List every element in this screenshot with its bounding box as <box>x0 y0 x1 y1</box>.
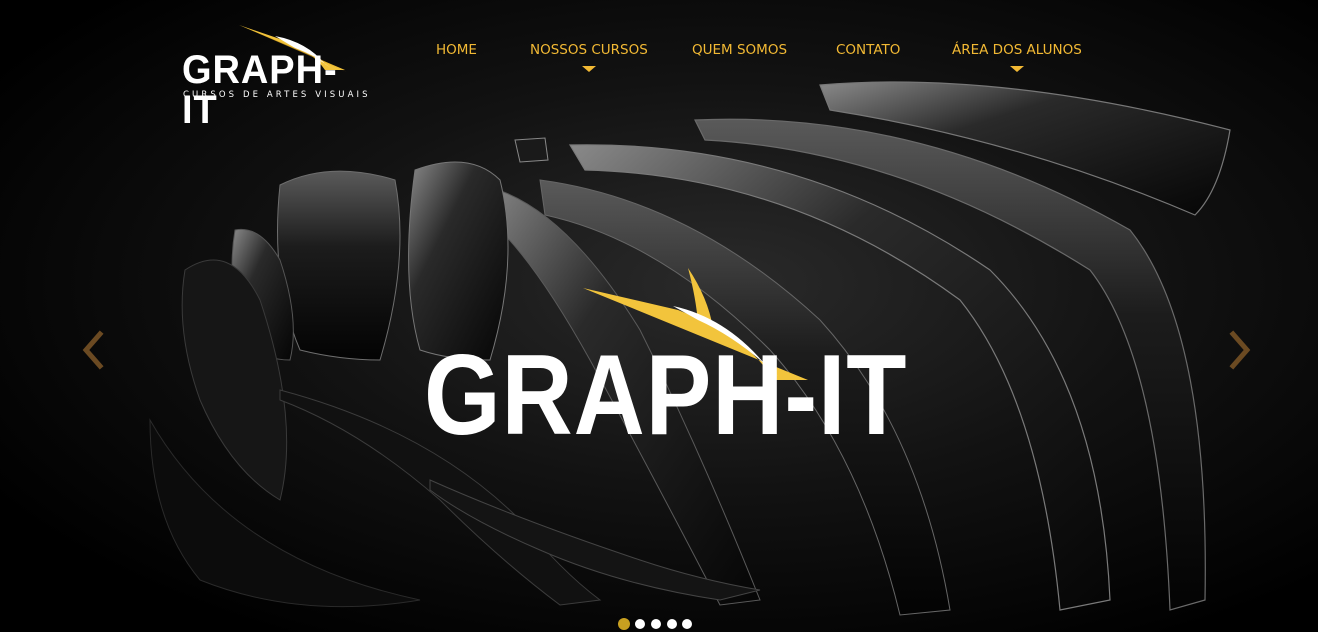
chevron-down-icon <box>581 66 596 72</box>
chevron-left-icon[interactable] <box>78 330 108 370</box>
nav-item-nossos-cursos[interactable]: NOSSOS CURSOS <box>530 42 648 72</box>
nav-item-label: ÁREA DOS ALUNOS <box>952 42 1082 58</box>
nav-item-label: NOSSOS CURSOS <box>530 42 648 58</box>
chevron-down-icon <box>1009 66 1024 72</box>
nav-item-contato[interactable]: CONTATO <box>836 42 900 58</box>
slider-dot[interactable] <box>618 618 630 630</box>
hero-slider: GRAPH-IT CURSOS DE ARTES VISUAIS HOME NO… <box>0 0 1318 632</box>
hero-logo: GRAPH-IT <box>418 268 907 453</box>
nav-item-area-dos-alunos[interactable]: ÁREA DOS ALUNOS <box>952 42 1082 72</box>
slider-dot[interactable] <box>651 619 661 629</box>
main-nav: HOME NOSSOS CURSOS QUEM SOMOS CONTATO ÁR… <box>0 0 1318 90</box>
hero-headline: GRAPH-IT <box>424 330 908 459</box>
site-header: GRAPH-IT CURSOS DE ARTES VISUAIS HOME NO… <box>0 0 1318 130</box>
slider-dot[interactable] <box>667 619 677 629</box>
chevron-right-icon[interactable] <box>1225 330 1255 370</box>
logo-tagline: CURSOS DE ARTES VISUAIS <box>183 90 371 100</box>
nav-item-quem-somos[interactable]: QUEM SOMOS <box>692 42 787 58</box>
slider-dot[interactable] <box>635 619 645 629</box>
nav-item-home[interactable]: HOME <box>436 42 477 58</box>
slider-dot[interactable] <box>682 619 692 629</box>
